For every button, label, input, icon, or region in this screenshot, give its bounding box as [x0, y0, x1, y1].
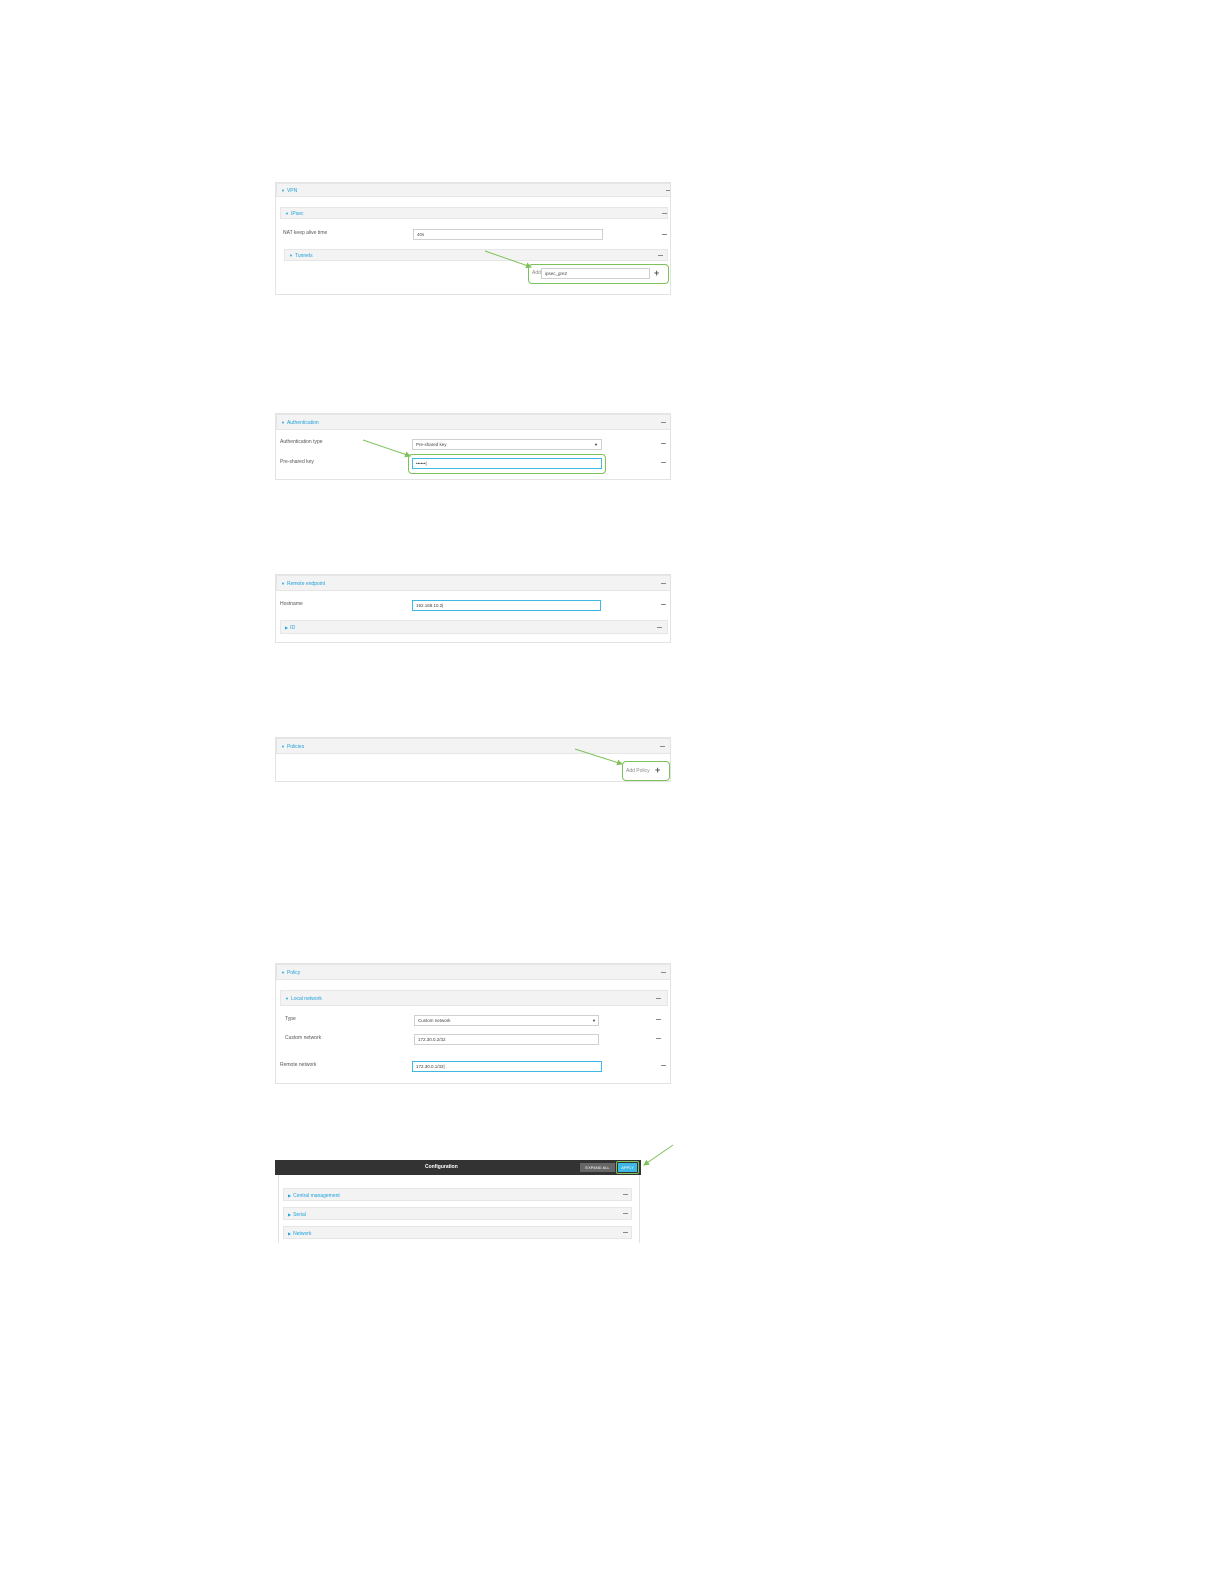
expand-icon[interactable] — [623, 1213, 628, 1214]
auth-type-label: Authentication type — [280, 439, 323, 445]
collapse-icon[interactable] — [658, 255, 663, 256]
collapse-icon[interactable] — [666, 190, 670, 191]
remove-icon[interactable] — [662, 234, 667, 235]
policies-screenshot: ▼ Policies Add Policy + — [275, 737, 671, 782]
config-item-serial[interactable]: ▶ Serial — [283, 1207, 632, 1220]
triangle-down-icon: ▼ — [289, 253, 293, 258]
vpn-label: VPN — [286, 188, 298, 194]
triangle-right-icon: ▶ — [288, 1231, 292, 1236]
policy-label: Policy — [286, 970, 301, 976]
psk-label: Pre-shared key — [280, 459, 314, 465]
psk-highlight — [408, 454, 606, 474]
id-label: ID — [290, 625, 296, 631]
local-network-label: Local network — [290, 996, 322, 1002]
hostname-label: Hostname — [280, 601, 303, 607]
arrow-to-apply — [643, 1144, 674, 1166]
dropdown-arrow-icon: ▼ — [594, 442, 598, 447]
custom-network-label: Custom network — [285, 1035, 322, 1041]
triangle-down-icon: ▼ — [281, 420, 285, 425]
config-item-label: Central management — [293, 1193, 340, 1199]
collapse-icon[interactable] — [661, 972, 666, 973]
add-tunnel-highlight — [528, 264, 669, 284]
type-label: Type — [285, 1016, 296, 1022]
config-item-central-management[interactable]: ▶ Central management — [283, 1188, 632, 1201]
remote-endpoint-section-header[interactable]: ▼ Remote endpoint — [276, 575, 670, 591]
collapse-icon[interactable] — [660, 746, 665, 747]
ipsec-label: IPsec — [290, 211, 304, 217]
remove-icon[interactable] — [661, 462, 666, 463]
auth-type-select[interactable]: Pre-shared key — [412, 439, 602, 450]
triangle-down-icon: ▼ — [281, 970, 285, 975]
policies-label: Policies — [286, 744, 305, 750]
local-network-section-header[interactable]: ▼ Local network — [280, 990, 668, 1006]
authentication-section-header[interactable]: ▼ Authentication — [276, 414, 670, 430]
config-item-label: Network — [293, 1231, 312, 1237]
triangle-down-icon: ▼ — [281, 744, 285, 749]
id-section-header[interactable]: ▶ ID — [280, 620, 668, 634]
hostname-input[interactable]: 192.168.10.2| — [412, 600, 601, 611]
triangle-down-icon: ▼ — [285, 211, 289, 216]
remove-icon[interactable] — [656, 1019, 661, 1020]
collapse-icon[interactable] — [656, 998, 661, 999]
tunnels-label: Tunnels — [294, 253, 313, 259]
collapse-icon[interactable] — [661, 422, 666, 423]
apply-highlight — [616, 1161, 639, 1174]
nat-keep-alive-label: NAT keep alive time — [283, 230, 328, 236]
remote-endpoint-screenshot: ▼ Remote endpoint Hostname 192.168.10.2| … — [275, 574, 671, 643]
policy-screenshot: ▼ Policy ▼ Local network Type Custom netwo… — [275, 963, 671, 1084]
add-policy-highlight — [622, 761, 670, 781]
remove-icon[interactable] — [661, 604, 666, 605]
remove-icon[interactable] — [661, 443, 666, 444]
vpn-tunnels-screenshot: ▼ VPN ▼ IPsec NAT keep alive time 40s ▼ Tun… — [275, 182, 671, 295]
dropdown-arrow-icon: ▼ — [592, 1018, 596, 1023]
collapse-icon[interactable] — [661, 583, 666, 584]
triangle-down-icon: ▼ — [281, 581, 285, 586]
collapse-icon[interactable] — [662, 213, 667, 214]
expand-icon[interactable] — [623, 1232, 628, 1233]
policy-section-header[interactable]: ▼ Policy — [276, 964, 670, 980]
config-item-label: Serial — [293, 1212, 306, 1218]
configuration-screenshot: Configuration EXPAND ALL APPLY ▶ Central … — [275, 1160, 641, 1243]
remote-endpoint-label: Remote endpoint — [286, 581, 326, 587]
configuration-title: Configuration — [425, 1164, 458, 1170]
remove-icon[interactable] — [656, 1038, 661, 1039]
triangle-right-icon: ▶ — [288, 1212, 292, 1217]
collapse-icon[interactable] — [657, 627, 662, 628]
remote-network-label: Remote network — [280, 1062, 317, 1068]
expand-icon[interactable] — [623, 1194, 628, 1195]
nat-keep-alive-input[interactable]: 40s — [413, 229, 603, 240]
triangle-right-icon: ▶ — [285, 625, 289, 630]
expand-all-button[interactable]: EXPAND ALL — [580, 1163, 615, 1172]
type-select[interactable]: Custom network — [414, 1015, 599, 1026]
triangle-down-icon: ▼ — [281, 188, 285, 193]
triangle-right-icon: ▶ — [288, 1193, 292, 1198]
config-item-network[interactable]: ▶ Network — [283, 1226, 632, 1239]
remove-icon[interactable] — [661, 1065, 666, 1066]
remote-network-input[interactable]: 172.30.0.1/32| — [412, 1061, 602, 1072]
triangle-down-icon: ▼ — [285, 996, 289, 1001]
vpn-section-header[interactable]: ▼ VPN — [276, 183, 670, 197]
ipsec-section-header[interactable]: ▼ IPsec — [280, 207, 668, 219]
tunnels-section-header[interactable]: ▼ Tunnels — [284, 249, 668, 261]
authentication-screenshot: ▼ Authentication Authentication type Pre-… — [275, 413, 671, 480]
custom-network-input[interactable]: 172.30.0.2/32 — [414, 1034, 599, 1045]
authentication-label: Authentication — [286, 420, 319, 426]
policies-section-header[interactable]: ▼ Policies — [276, 738, 670, 754]
